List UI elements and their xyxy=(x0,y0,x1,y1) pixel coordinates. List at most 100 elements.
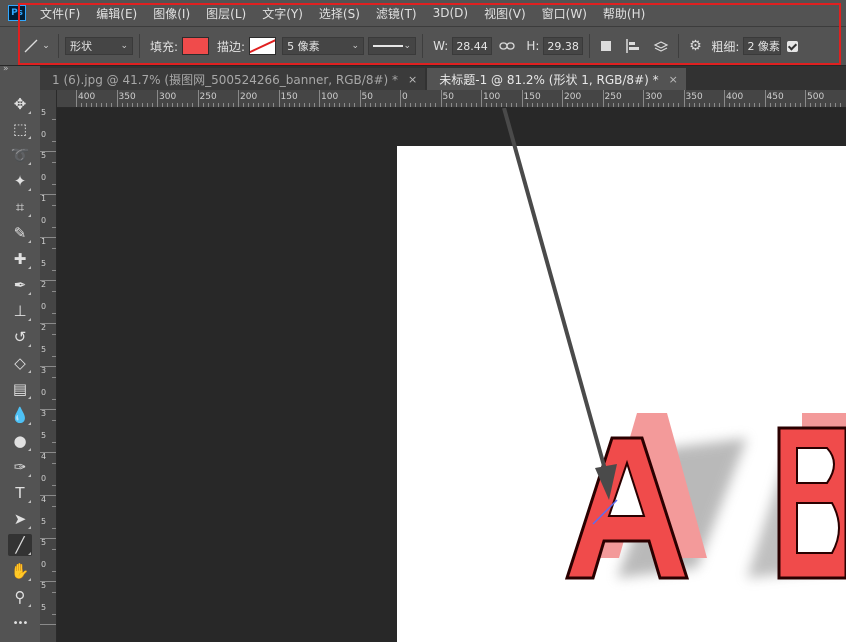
width-input[interactable]: 28.44 像 xyxy=(452,37,493,55)
ruler-minor-tick xyxy=(789,103,791,107)
ruler-label: 100 xyxy=(483,92,501,102)
ruler-minor-tick xyxy=(460,103,462,107)
ruler-minor-tick xyxy=(815,103,817,107)
ruler-tick xyxy=(683,90,685,107)
ruler-minor-tick xyxy=(207,103,209,107)
blur-tool[interactable]: 💧 xyxy=(8,404,32,426)
dodge-tool[interactable]: ● xyxy=(8,430,32,452)
menu-edit[interactable]: 编辑(E) xyxy=(96,5,137,22)
fill-label: 填充: xyxy=(150,39,179,54)
magic-wand-icon: ✦ xyxy=(13,172,27,190)
ruler-minor-tick xyxy=(91,103,93,107)
horizontal-ruler[interactable]: 400 350 300 250 200 150 100 50 0 50 100 150 200 250 30… xyxy=(56,90,846,108)
ruler-minor-tick xyxy=(324,103,326,107)
marquee-tool[interactable]: ⬚ xyxy=(8,118,32,140)
ruler-minor-tick xyxy=(379,103,381,107)
ruler-minor-tick xyxy=(445,103,447,107)
stroke-width-value: 5 像素 xyxy=(287,40,320,53)
line-tool-preset-icon[interactable] xyxy=(22,38,40,54)
more-tools[interactable]: ••• xyxy=(8,612,32,634)
brush-tool[interactable]: ✒ xyxy=(8,274,32,296)
width-value: 28.44 像 xyxy=(456,40,488,53)
path-operations-icon[interactable] xyxy=(596,40,616,52)
link-icon[interactable] xyxy=(496,41,518,51)
menu-image[interactable]: 图像(I) xyxy=(153,5,190,22)
healing-brush-tool[interactable]: ✚ xyxy=(8,248,32,270)
fill-color-swatch[interactable] xyxy=(182,37,210,55)
ruler-minor-tick xyxy=(217,103,219,107)
vertical-ruler[interactable]: 5 0 5 0 1 0 1 5 2 0 2 5 3 0 3 5 4 0 4 5 5 0 5 5 xyxy=(40,90,57,642)
ruler-tick xyxy=(359,90,361,107)
menu-3d[interactable]: 3D(D) xyxy=(433,6,468,20)
ruler-minor-tick xyxy=(52,183,56,185)
flyout-corner-icon xyxy=(28,396,31,399)
ruler-tick xyxy=(764,90,766,107)
hand-tool[interactable]: ✋ xyxy=(8,560,32,582)
menu-file[interactable]: 文件(F) xyxy=(40,5,80,22)
magic-wand-tool[interactable]: ✦ xyxy=(8,170,32,192)
type-icon: T xyxy=(15,484,25,502)
ruler-minor-tick xyxy=(496,103,498,107)
menu-filter[interactable]: 滤镜(T) xyxy=(376,5,417,22)
ruler-minor-tick xyxy=(52,549,56,550)
height-value: 29.38 像 xyxy=(547,40,579,53)
stroke-type-select[interactable]: ⌄ xyxy=(368,37,417,55)
ruler-minor-tick xyxy=(288,103,290,107)
document-tab[interactable]: 1 (6).jpg @ 41.7% (摄图网_500524266_banner,… xyxy=(40,68,426,90)
gear-icon[interactable]: ⚙ xyxy=(685,38,705,54)
menu-window[interactable]: 窗口(W) xyxy=(542,5,587,22)
menu-type[interactable]: 文字(Y) xyxy=(262,5,303,22)
divider xyxy=(678,34,680,58)
tool-mode-select[interactable]: 形状 ⌄ xyxy=(65,37,133,55)
document-tab-active[interactable]: 未标题-1 @ 81.2% (形状 1, RGB/8#) * × xyxy=(427,68,686,90)
height-input[interactable]: 29.38 像 xyxy=(543,37,584,55)
ruler-minor-tick xyxy=(308,103,310,107)
crop-tool[interactable]: ⌗ xyxy=(8,196,32,218)
close-icon[interactable]: × xyxy=(408,73,417,86)
eraser-tool[interactable]: ◇ xyxy=(8,352,32,374)
ruler-label: 5 xyxy=(41,538,47,547)
ruler-tick xyxy=(724,90,725,107)
line-tool[interactable]: ╱ xyxy=(8,534,32,556)
type-tool[interactable]: T xyxy=(8,482,32,504)
weight-input[interactable]: 2 像素 xyxy=(743,37,782,55)
preset-chevron-down-icon[interactable]: ⌄ xyxy=(40,41,52,51)
stroke-width-field[interactable]: 5 像素 ⌄ xyxy=(282,37,365,55)
pen-tool[interactable]: ✑ xyxy=(8,456,32,478)
menu-help[interactable]: 帮助(H) xyxy=(603,5,645,22)
auto-add-delete-checkbox[interactable] xyxy=(787,40,799,52)
menu-layer[interactable]: 图层(L) xyxy=(206,5,246,22)
menu-view[interactable]: 视图(V) xyxy=(484,5,526,22)
ruler-minor-tick xyxy=(364,103,366,107)
ruler-minor-tick xyxy=(52,355,56,357)
path-arrangement-icon[interactable] xyxy=(650,39,672,53)
canvas-area[interactable] xyxy=(57,108,846,642)
collapse-panel-icon[interactable]: » xyxy=(3,64,9,74)
canvas-artwork xyxy=(502,108,846,580)
ruler-tick xyxy=(562,90,563,107)
zoom-tool[interactable]: ⚲ xyxy=(8,586,32,608)
hand-icon: ✋ xyxy=(10,562,30,580)
move-tool[interactable]: ✥ xyxy=(8,93,32,115)
menu-select[interactable]: 选择(S) xyxy=(319,5,360,22)
ruler-minor-tick xyxy=(52,613,56,615)
brush-icon: ✒ xyxy=(13,276,27,294)
lasso-tool[interactable]: ➰ xyxy=(8,144,32,166)
path-selection-tool[interactable]: ➤ xyxy=(8,508,32,530)
flyout-corner-icon xyxy=(28,266,31,269)
history-brush-tool[interactable]: ↺ xyxy=(8,326,32,348)
gradient-tool[interactable]: ▤ xyxy=(8,378,32,400)
chevron-down-icon: ⌄ xyxy=(403,41,412,51)
eyedropper-tool[interactable]: ✎ xyxy=(8,222,32,244)
stroke-color-swatch[interactable] xyxy=(249,37,277,55)
clone-stamp-tool[interactable]: ⊥ xyxy=(8,300,32,322)
ruler-minor-tick xyxy=(52,420,56,421)
ruler-label: 0 xyxy=(41,559,47,569)
close-icon[interactable]: × xyxy=(669,73,678,86)
flyout-corner-icon xyxy=(28,526,31,529)
ruler-minor-tick xyxy=(253,103,255,107)
ruler-minor-tick xyxy=(572,103,574,107)
ruler-minor-tick xyxy=(151,103,153,107)
letter-b xyxy=(777,413,846,580)
path-alignment-icon[interactable] xyxy=(622,39,644,53)
